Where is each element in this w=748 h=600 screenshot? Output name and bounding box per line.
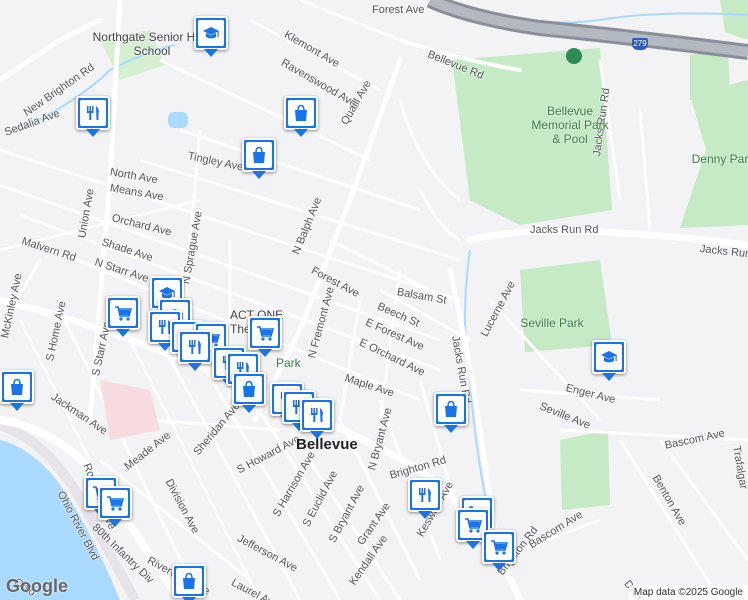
shopping-pin[interactable] xyxy=(434,392,468,433)
park-poi-label: Park xyxy=(276,356,301,370)
shopping-icon xyxy=(236,376,262,402)
park-area xyxy=(690,50,730,100)
restaurant-icon xyxy=(182,334,208,360)
park-label: Denny Park xyxy=(691,152,748,166)
shopping-icon xyxy=(176,568,202,594)
town-label: Bellevue xyxy=(296,436,358,453)
commercial-block xyxy=(100,380,160,440)
shopping-pin[interactable] xyxy=(172,564,206,600)
restaurant-pin[interactable] xyxy=(408,478,442,519)
school-icon xyxy=(596,344,622,370)
shopping-icon xyxy=(438,396,464,422)
park-label: Seville Park xyxy=(520,316,584,330)
restaurant-icon xyxy=(80,100,106,126)
park-area xyxy=(520,260,612,352)
school-pin[interactable] xyxy=(194,16,228,57)
grocery-pin[interactable] xyxy=(248,316,282,357)
grocery-icon xyxy=(486,534,512,560)
grocery-pin[interactable] xyxy=(482,530,516,571)
street-label: Jacks Run Rd xyxy=(530,224,599,236)
map-canvas[interactable]: Forest Ave Klemont Ave Ravenswood Ave Qu… xyxy=(0,0,748,600)
interstate-shield: 279 xyxy=(632,38,648,50)
shopping-pin[interactable] xyxy=(284,96,318,137)
google-logo: Google xyxy=(6,576,68,596)
park-tree-icon xyxy=(566,48,582,64)
shopping-pin[interactable] xyxy=(0,370,34,411)
school-icon xyxy=(198,20,224,46)
street-label: Forest Ave xyxy=(372,4,425,16)
shopping-icon xyxy=(4,374,30,400)
restaurant-pin[interactable] xyxy=(76,96,110,137)
shopping-icon xyxy=(246,142,272,168)
grocery-icon xyxy=(110,300,136,326)
grocery-icon xyxy=(102,490,128,516)
shopping-pin[interactable] xyxy=(242,138,276,179)
restaurant-pin[interactable] xyxy=(178,330,212,371)
school-pin[interactable] xyxy=(592,340,626,381)
park-label: Bellevue Memorial Park & Pool xyxy=(531,104,609,146)
grocery-pin[interactable] xyxy=(98,486,132,527)
restaurant-icon xyxy=(412,482,438,508)
map-attribution: Map data ©2025 Google xyxy=(628,585,748,600)
restaurant-pin[interactable] xyxy=(300,398,334,439)
shopping-icon xyxy=(288,100,314,126)
grocery-pin[interactable] xyxy=(106,296,140,337)
park-area xyxy=(720,0,748,40)
shopping-pin[interactable] xyxy=(232,372,266,413)
park-area xyxy=(560,430,610,510)
restaurant-icon xyxy=(304,402,330,428)
pond xyxy=(168,112,188,128)
grocery-icon xyxy=(252,320,278,346)
